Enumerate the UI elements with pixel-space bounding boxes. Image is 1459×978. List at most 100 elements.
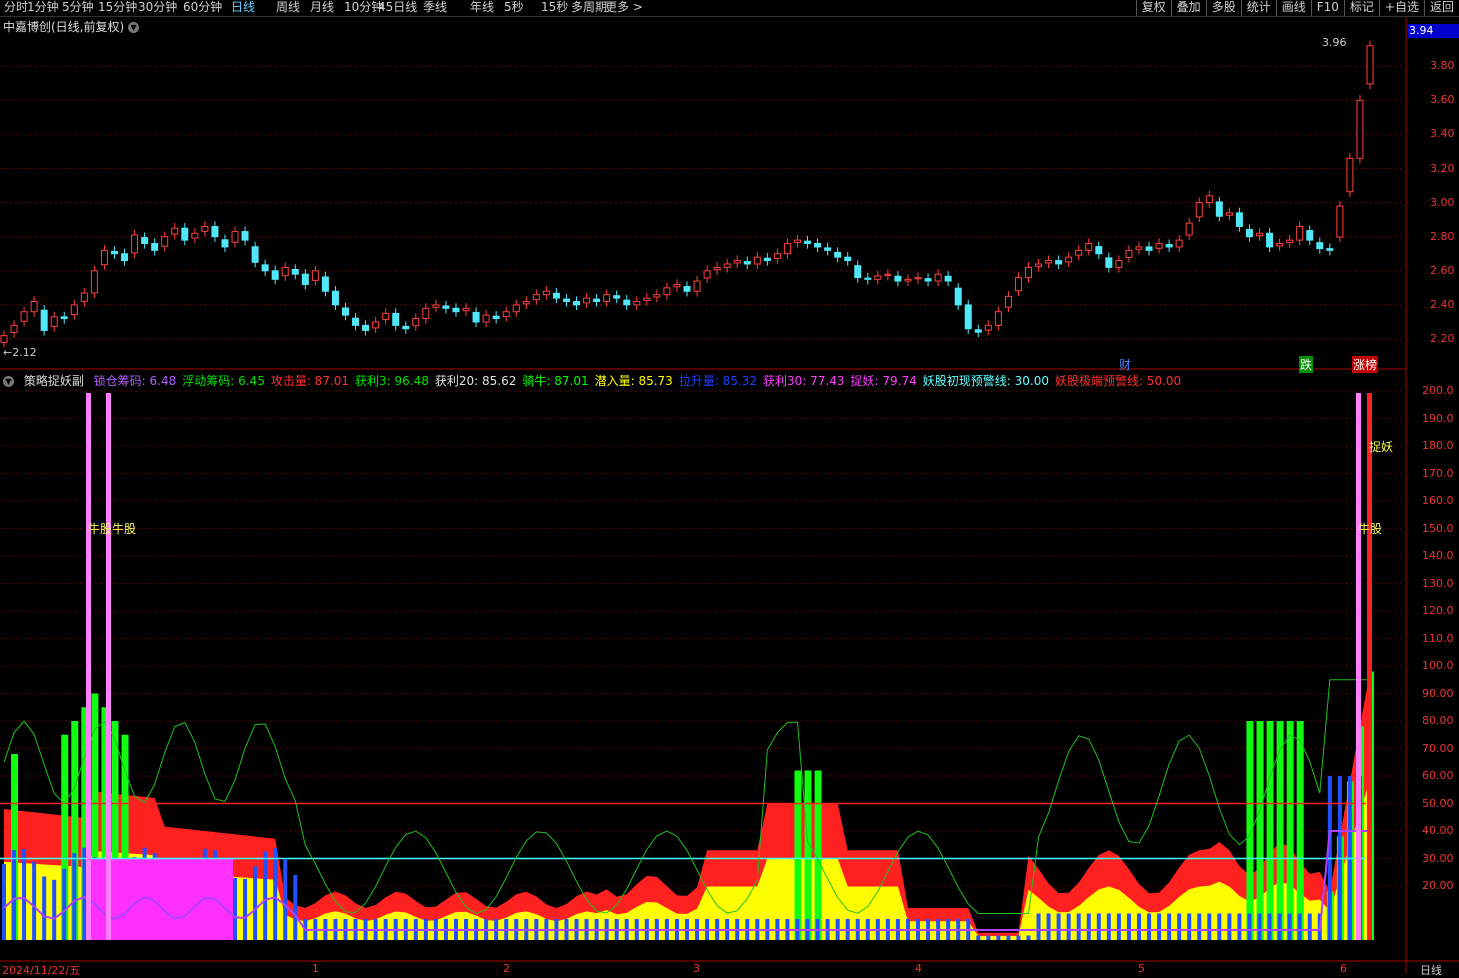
niu-stock-label-2: 牛股 bbox=[1358, 522, 1383, 536]
candle-body-4 bbox=[40, 309, 48, 331]
candle-body-19 bbox=[191, 232, 199, 239]
candle-body-67 bbox=[673, 283, 681, 288]
candle-body-87 bbox=[874, 275, 882, 280]
candle-body-49 bbox=[492, 315, 500, 320]
candle-body-37 bbox=[372, 321, 380, 329]
blue-rise-bar-102 bbox=[1026, 935, 1031, 940]
candle-body-5 bbox=[50, 316, 58, 327]
blue-rise-bar-1 bbox=[12, 850, 17, 940]
blue-rise-bar-128 bbox=[1287, 913, 1292, 940]
candle-body-11 bbox=[110, 250, 118, 255]
candle-body-117 bbox=[1175, 239, 1183, 248]
candle-body-71 bbox=[713, 266, 721, 271]
candle-body-81 bbox=[814, 243, 822, 248]
candle-body-82 bbox=[824, 247, 832, 251]
blue-rise-bar-108 bbox=[1086, 913, 1091, 940]
blue-rise-bar-126 bbox=[1267, 913, 1272, 940]
candle-body-15 bbox=[151, 243, 159, 251]
blue-rise-bar-101 bbox=[1016, 935, 1021, 940]
niu-spike-1 bbox=[106, 393, 111, 940]
candle-body-134 bbox=[1346, 157, 1354, 193]
blue-rise-bar-110 bbox=[1106, 913, 1111, 940]
blue-rise-bar-109 bbox=[1096, 913, 1101, 940]
candle-body-60 bbox=[603, 294, 611, 302]
blue-rise-bar-23 bbox=[233, 877, 238, 940]
candle-body-85 bbox=[854, 265, 862, 279]
candle-body-46 bbox=[462, 307, 470, 312]
candle-body-127 bbox=[1276, 243, 1284, 247]
high-price-label: 3.96 bbox=[1322, 36, 1347, 49]
candle-body-96 bbox=[964, 304, 972, 330]
candle-body-16 bbox=[161, 236, 169, 247]
x-axis-start: 2024/11/22/五 bbox=[2, 964, 81, 977]
zhuoyao-label: 捉妖 bbox=[1369, 440, 1394, 454]
candle-body-51 bbox=[512, 304, 520, 313]
blue-rise-bar-98 bbox=[986, 935, 991, 940]
candle-body-22 bbox=[221, 239, 229, 248]
blue-rise-bar-27 bbox=[273, 848, 278, 940]
marker-zhangting: 涨榜 bbox=[1352, 356, 1379, 373]
blue-rise-bar-122 bbox=[1227, 913, 1232, 940]
candle-body-106 bbox=[1065, 256, 1073, 263]
candle-body-122 bbox=[1225, 212, 1233, 216]
candle-body-74 bbox=[743, 261, 751, 265]
green-bull-bar-129 bbox=[1296, 721, 1304, 940]
candle-body-97 bbox=[974, 329, 982, 333]
candle-body-72 bbox=[723, 263, 731, 268]
candle-body-2 bbox=[20, 311, 28, 322]
blue-rise-bar-7 bbox=[72, 853, 77, 940]
candle-body-50 bbox=[502, 311, 510, 317]
candle-body-136 bbox=[1366, 45, 1374, 85]
candle-body-77 bbox=[773, 253, 781, 260]
candle-body-99 bbox=[994, 311, 1002, 326]
candle-body-66 bbox=[663, 287, 671, 296]
candle-body-44 bbox=[442, 305, 450, 309]
blue-rise-bar-117 bbox=[1177, 913, 1182, 940]
marker-cai: 财 bbox=[1119, 358, 1132, 372]
candle-body-110 bbox=[1105, 257, 1113, 268]
blue-rise-bar-118 bbox=[1187, 913, 1192, 940]
candle-body-13 bbox=[131, 234, 139, 254]
candle-body-94 bbox=[944, 275, 952, 282]
candle-body-65 bbox=[653, 294, 661, 298]
candle-body-133 bbox=[1336, 205, 1344, 238]
candle-body-42 bbox=[422, 307, 430, 320]
blue-rise-bar-130 bbox=[1307, 913, 1312, 940]
low-price-value: 2.12 bbox=[12, 346, 37, 359]
candle-body-57 bbox=[573, 300, 581, 306]
x-month-0: 1 bbox=[312, 962, 319, 975]
green-bull-bar-125 bbox=[1256, 721, 1264, 940]
blue-rise-bar-116 bbox=[1167, 913, 1172, 940]
candle-body-40 bbox=[402, 325, 410, 330]
chart-canvas[interactable] bbox=[0, 0, 1459, 973]
blue-rise-bar-100 bbox=[1006, 935, 1011, 940]
candle-body-31 bbox=[311, 270, 319, 281]
candle-body-131 bbox=[1316, 242, 1324, 250]
candle-body-79 bbox=[793, 239, 801, 243]
candle-body-9 bbox=[90, 270, 98, 294]
candle-body-64 bbox=[643, 297, 651, 301]
candle-body-125 bbox=[1256, 232, 1264, 237]
candle-body-35 bbox=[352, 317, 360, 326]
marker-die: 跌 bbox=[1299, 356, 1314, 373]
candle-body-109 bbox=[1095, 246, 1103, 255]
candle-body-90 bbox=[904, 278, 912, 282]
candle-body-70 bbox=[703, 270, 711, 279]
candle-body-98 bbox=[984, 324, 992, 331]
candle-body-0 bbox=[0, 335, 8, 343]
blue-rise-bar-25 bbox=[253, 866, 258, 940]
candle-body-30 bbox=[301, 273, 309, 285]
candle-body-29 bbox=[291, 268, 299, 275]
candle-body-48 bbox=[482, 314, 490, 323]
green-bull-bar-124 bbox=[1246, 721, 1254, 940]
candle-body-100 bbox=[1004, 295, 1012, 308]
blue-rise-bar-115 bbox=[1157, 913, 1162, 940]
candle-body-17 bbox=[171, 227, 179, 235]
candle-body-104 bbox=[1045, 260, 1053, 264]
candle-body-1 bbox=[10, 324, 18, 334]
candle-body-36 bbox=[362, 324, 370, 331]
candle-body-84 bbox=[844, 256, 852, 262]
candle-body-103 bbox=[1035, 263, 1043, 267]
blue-rise-bar-5 bbox=[52, 879, 57, 940]
candle-body-45 bbox=[452, 307, 460, 313]
